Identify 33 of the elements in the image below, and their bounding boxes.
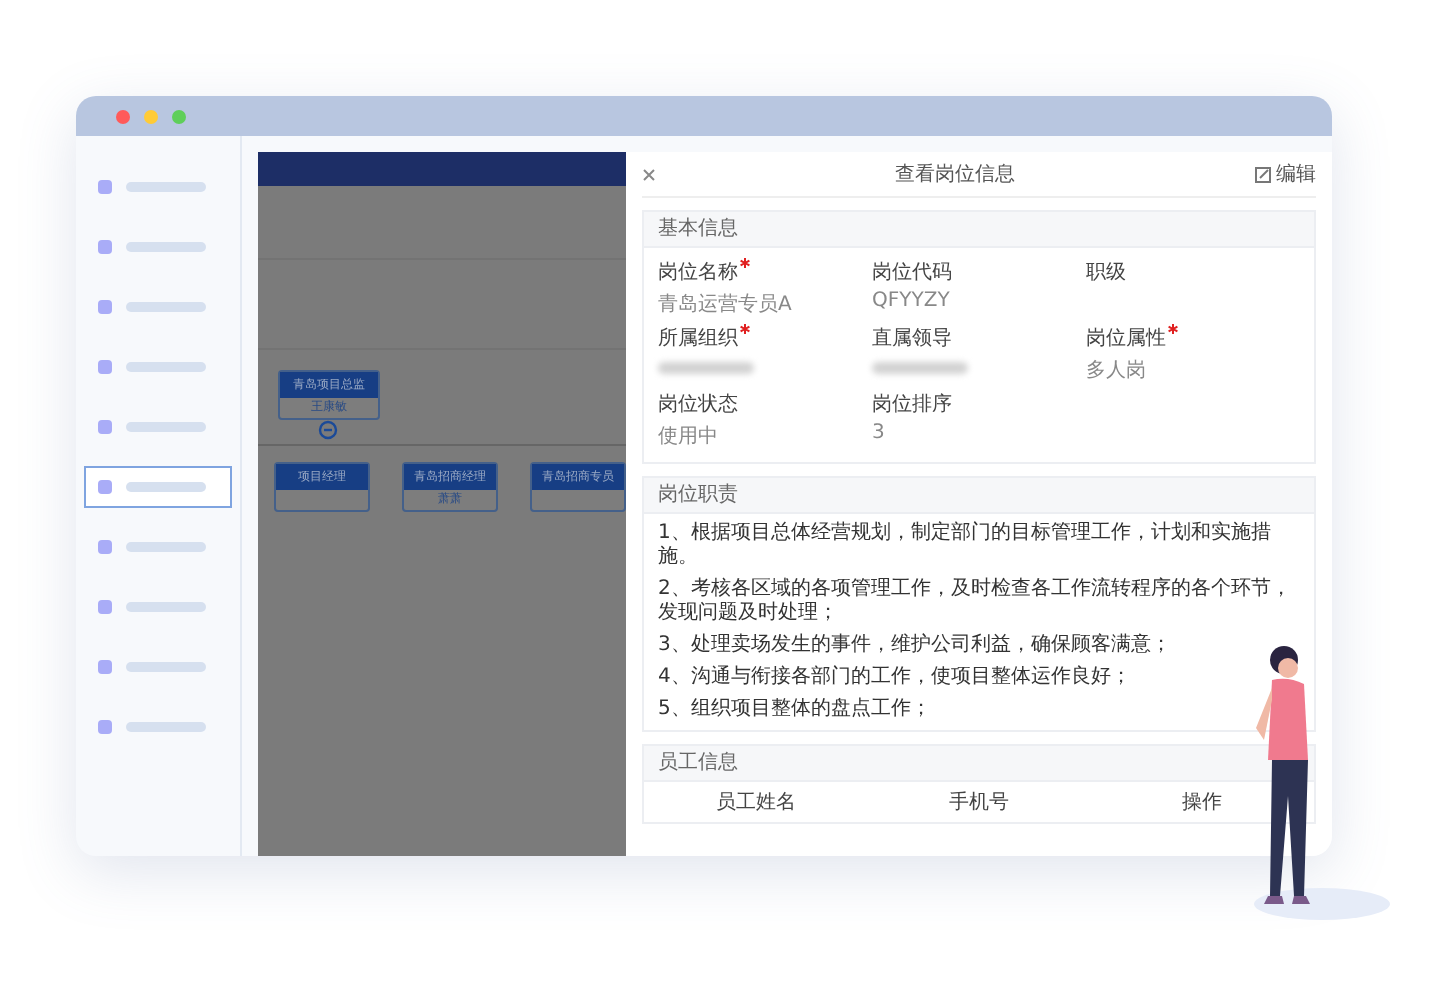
edit-icon (1254, 165, 1272, 183)
column-header: 手机号 (946, 789, 1011, 816)
section-heading: 岗位职责 (644, 478, 1314, 514)
field-value: 使用中 (658, 423, 720, 446)
section-heading: 员工信息 (644, 746, 1314, 782)
duty-text: 2、考核各区域的各项管理工作，及时检查各工作流转程序的各个环节，发现问题及时处理； (658, 578, 1293, 626)
field-value: QFYYZY (872, 290, 952, 314)
close-icon[interactable] (642, 167, 656, 181)
field-label: 岗位名称 (658, 259, 738, 286)
minimize-dot-icon[interactable] (144, 109, 158, 123)
drawer-title: 查看岗位信息 (895, 161, 1015, 188)
field-value: 多人岗 (1086, 357, 1148, 380)
field-label: 岗位代码 (872, 259, 952, 286)
duty-text: 3、处理卖场发生的事件，维护公司利益，确保顾客满意； (658, 634, 1173, 658)
column-header: 操作 (1180, 790, 1225, 816)
collapse-icon[interactable] (318, 420, 338, 440)
field-label: 岗位属性 (1086, 325, 1166, 352)
section-heading: 基本信息 (644, 212, 1314, 248)
edit-button[interactable]: 编辑 (1254, 160, 1316, 188)
duty-text: 4、沟通与衔接各部门的工作，使项目整体运作良好； (658, 666, 1133, 690)
field-label: 所属组织 (658, 325, 738, 352)
field-label: 直属领导 (872, 325, 952, 352)
field-value: 3 (872, 422, 887, 446)
maximize-dot-icon[interactable] (172, 109, 186, 123)
close-dot-icon[interactable] (116, 109, 130, 123)
field-value: 青岛运营专员A (658, 291, 794, 314)
column-header: 员工姓名 (713, 790, 798, 816)
field-label: 职级 (1086, 260, 1126, 286)
sidebar-item[interactable] (84, 466, 232, 508)
duty-text: 1、根据项目总体经营规划，制定部门的目标管理工作，计划和实施措施。 (658, 522, 1273, 570)
field-label: 岗位状态 (658, 391, 738, 418)
duty-text: 5、组织项目整体的盘点工作； (658, 698, 933, 722)
field-label: 岗位排序 (872, 391, 952, 418)
